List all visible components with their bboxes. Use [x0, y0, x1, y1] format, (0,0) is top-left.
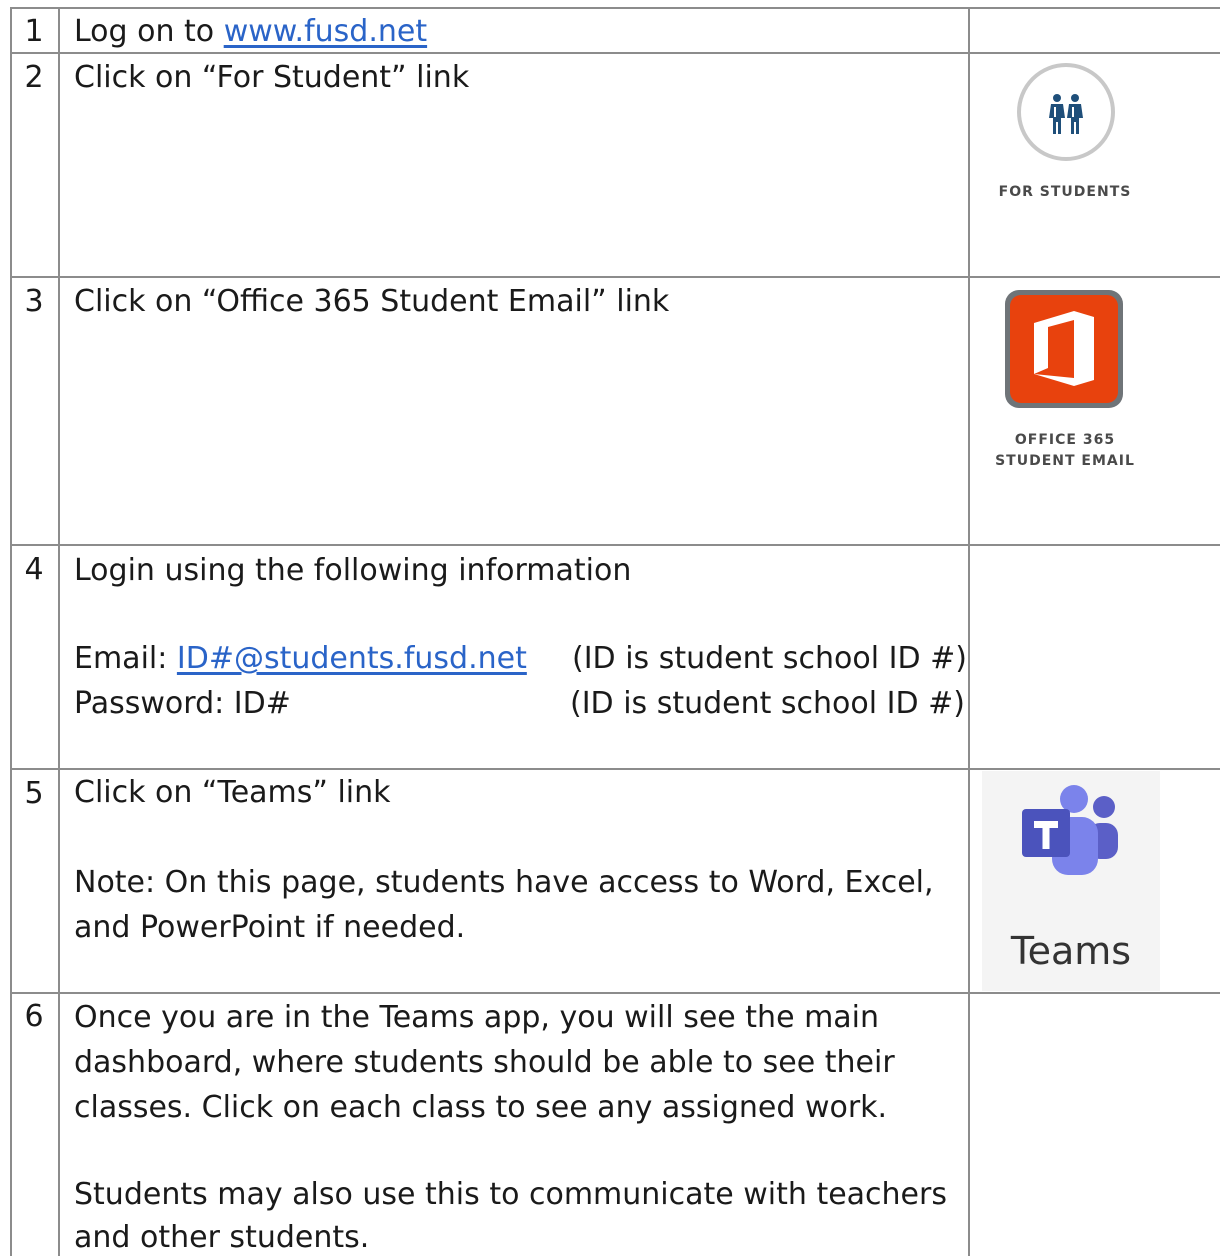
students-icon	[1017, 63, 1115, 161]
step-text-line: dashboard, where students should be able…	[74, 1045, 895, 1080]
office365-email-button[interactable]: OFFICE 365 STUDENT EMAIL	[982, 288, 1148, 478]
step-number: 4	[24, 552, 44, 587]
step-text-prefix: Log on to	[74, 14, 224, 49]
step-number: 3	[24, 284, 44, 319]
note-line: and PowerPoint if needed.	[74, 910, 466, 945]
step-number: 2	[24, 60, 44, 95]
row-divider	[10, 544, 1220, 546]
email-label: Email:	[74, 641, 177, 676]
email-note: (ID is student school ID #)	[572, 641, 967, 676]
step-text: Click on “For Student” link	[74, 60, 470, 95]
for-students-caption: FOR STUDENTS	[998, 184, 1132, 200]
row-divider	[10, 992, 1220, 994]
office365-icon	[1005, 290, 1123, 408]
step-text: Log on to www.fusd.net	[74, 9, 427, 54]
teams-icon	[1022, 785, 1118, 875]
column-divider	[968, 8, 970, 1256]
step-text-line: classes. Click on each class to see any …	[74, 1090, 888, 1125]
step-text-line: Once you are in the Teams app, you will …	[74, 1000, 880, 1035]
email-link[interactable]: ID#@students.fusd.net	[177, 641, 527, 676]
step-text-line: and other students.	[74, 1220, 370, 1255]
column-divider	[58, 8, 60, 1256]
for-students-button[interactable]: FOR STUDENTS	[990, 62, 1140, 202]
password-note: (ID is student school ID #)	[570, 686, 965, 721]
instructions-table: 1 Log on to www.fusd.net 2 Click on “For…	[0, 0, 1220, 1256]
office365-caption-line2: STUDENT EMAIL	[995, 453, 1135, 469]
step-text-line: Students may also use this to communicat…	[74, 1177, 947, 1212]
step-text: Login using the following information	[74, 553, 632, 588]
step-text: Click on “Office 365 Student Email” link	[74, 284, 670, 319]
password-line: Password: ID#	[74, 686, 291, 721]
step-number: 6	[24, 999, 44, 1034]
teams-button[interactable]: Teams	[982, 771, 1160, 991]
row-divider	[10, 276, 1220, 278]
table-border-left	[10, 8, 12, 1256]
teams-caption: Teams	[1010, 929, 1132, 973]
fusd-link[interactable]: www.fusd.net	[224, 14, 427, 49]
email-line: Email: ID#@students.fusd.net	[74, 636, 527, 681]
note-line: Note: On this page, students have access…	[74, 865, 934, 900]
step-number: 1	[24, 14, 44, 49]
step-number: 5	[24, 776, 44, 811]
step-text: Click on “Teams” link	[74, 775, 391, 810]
office365-caption-line1: OFFICE 365	[1014, 432, 1116, 448]
